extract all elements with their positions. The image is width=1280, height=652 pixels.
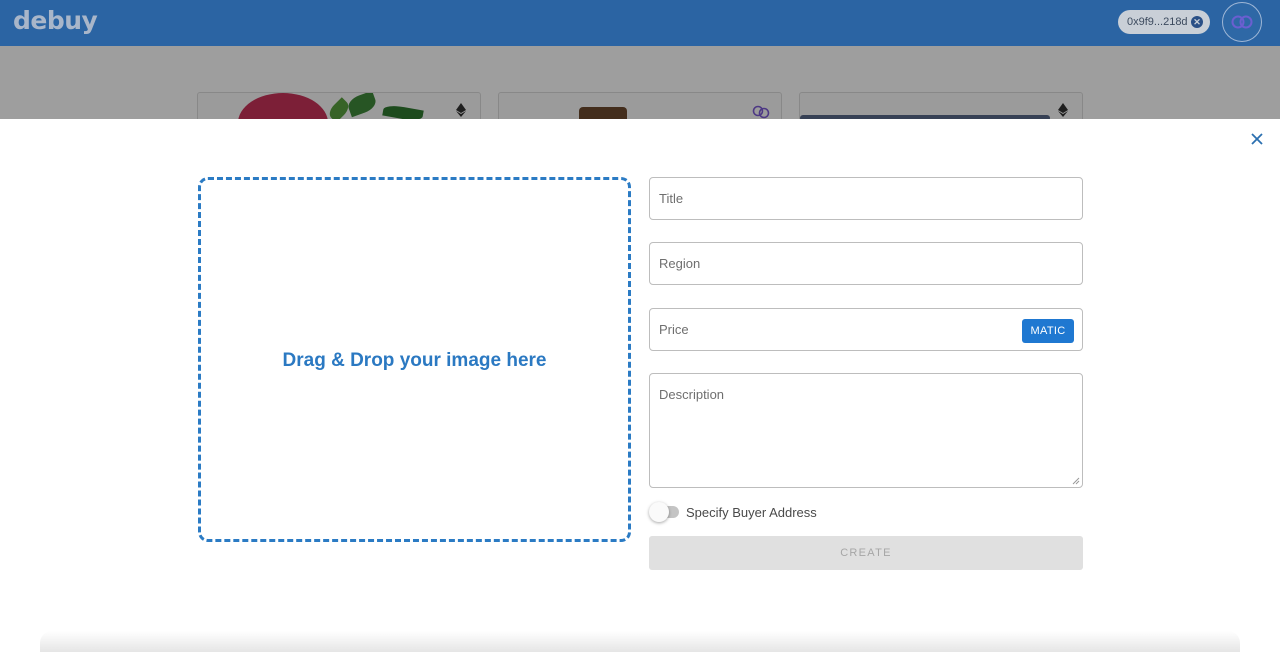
create-listing-modal: Drag & Drop your image here MATIC Specif… <box>0 119 1280 652</box>
network-button[interactable] <box>1222 2 1262 42</box>
disconnect-icon[interactable]: ✕ <box>1191 16 1203 28</box>
underlying-panel-edge <box>40 631 1240 652</box>
region-input[interactable] <box>650 243 1082 284</box>
description-input[interactable] <box>650 374 1082 484</box>
buyer-address-toggle[interactable] <box>649 502 679 522</box>
title-field[interactable] <box>649 177 1083 220</box>
toggle-label: Specify Buyer Address <box>686 504 817 520</box>
app-header: debuy 0x9f9...218d ✕ <box>0 0 1280 46</box>
currency-badge[interactable]: MATIC <box>1022 319 1074 343</box>
close-icon[interactable] <box>1250 132 1264 146</box>
wallet-address: 0x9f9...218d <box>1127 16 1188 28</box>
create-button[interactable]: CREATE <box>649 536 1083 570</box>
wallet-address-chip[interactable]: 0x9f9...218d ✕ <box>1118 10 1210 34</box>
modal-backdrop[interactable] <box>0 46 1280 119</box>
region-field[interactable] <box>649 242 1083 285</box>
resize-handle-icon[interactable] <box>1072 477 1080 485</box>
price-input[interactable] <box>650 309 1010 350</box>
dropzone-label: Drag & Drop your image here <box>282 349 547 371</box>
title-input[interactable] <box>650 178 1082 219</box>
app-logo[interactable]: debuy <box>13 6 98 35</box>
toggle-thumb[interactable] <box>649 502 669 522</box>
polygon-icon <box>1231 15 1253 29</box>
price-field[interactable]: MATIC <box>649 308 1083 351</box>
image-dropzone[interactable]: Drag & Drop your image here <box>198 177 631 542</box>
buyer-address-toggle-row: Specify Buyer Address <box>649 502 817 522</box>
description-field[interactable] <box>649 373 1083 488</box>
